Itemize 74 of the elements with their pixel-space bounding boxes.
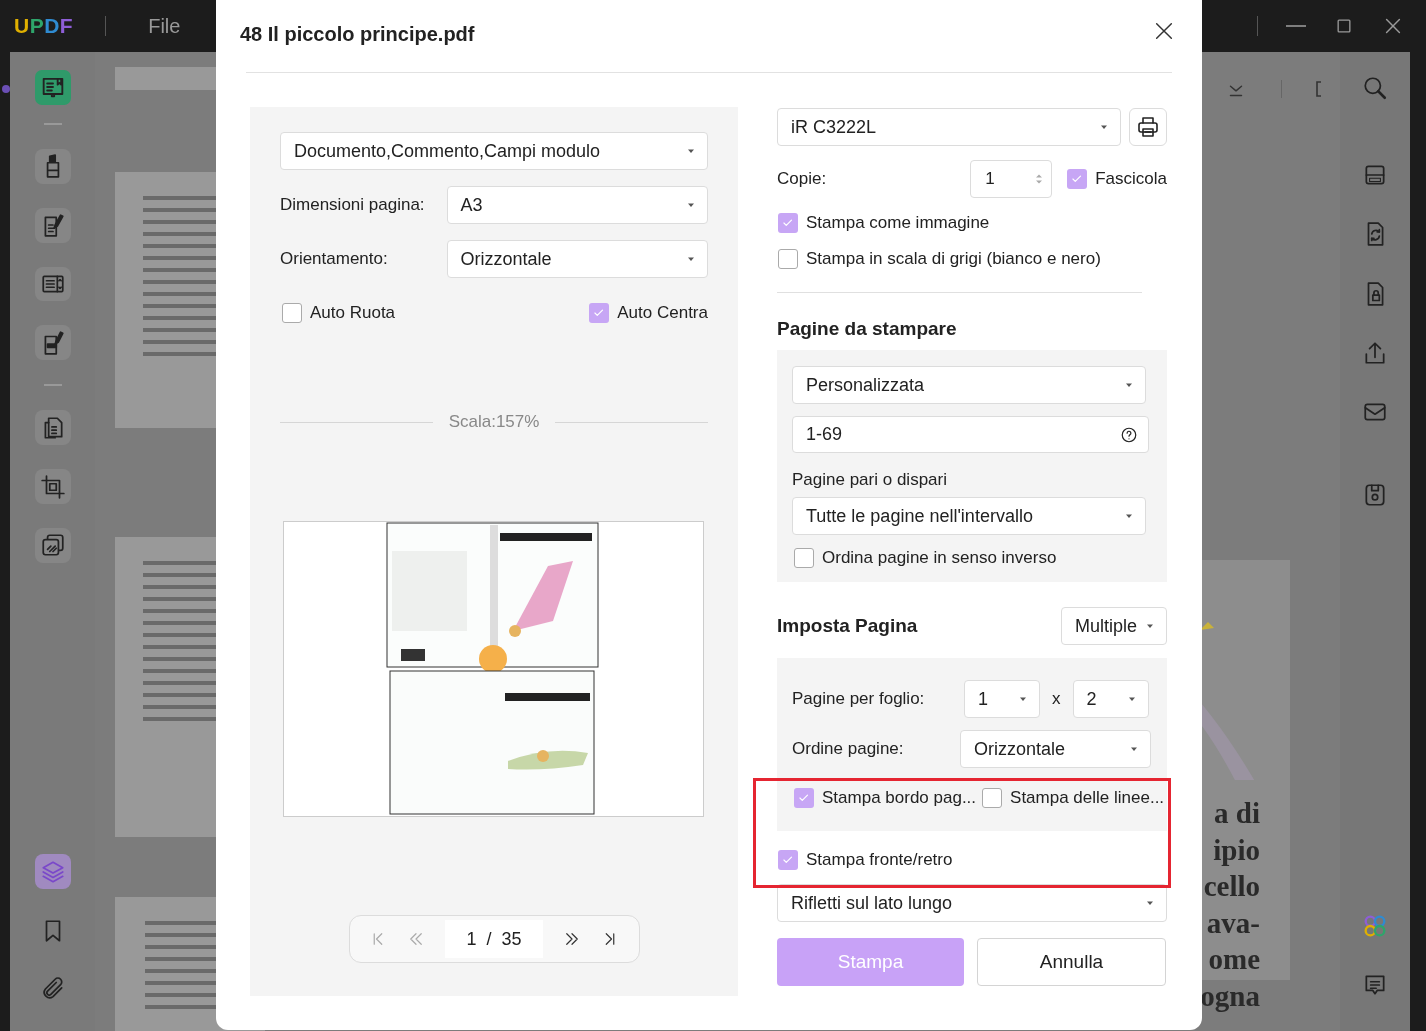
tool-button[interactable] bbox=[34, 410, 71, 446]
page-text: ogna bbox=[1200, 978, 1260, 1014]
page-text: cello bbox=[1203, 869, 1260, 904]
checkbox-label: Ordina pagine in senso inverso bbox=[822, 548, 1057, 568]
cancel-button[interactable]: Annulla bbox=[977, 938, 1166, 986]
page-text: a di bbox=[1214, 796, 1260, 831]
dropdown[interactable]: A3 bbox=[446, 186, 708, 224]
page-text: ome bbox=[1208, 942, 1260, 977]
search-button[interactable] bbox=[1361, 74, 1389, 102]
dropdown[interactable]: Multiple bbox=[1061, 607, 1167, 645]
bracket-icon bbox=[1316, 81, 1321, 97]
checkbox[interactable] bbox=[794, 548, 814, 568]
scale-label: Scala:157% bbox=[448, 412, 540, 432]
checkbox-label: Auto Ruota bbox=[310, 303, 396, 323]
section-heading: Pagine da stampare bbox=[777, 318, 958, 340]
times-sign: x bbox=[1052, 689, 1061, 709]
tool-button[interactable] bbox=[34, 325, 71, 361]
reader-mode-button[interactable] bbox=[34, 70, 71, 105]
checkbox-label: Stampa fronte/retro bbox=[806, 850, 953, 870]
field-label: Pagine per foglio: bbox=[792, 689, 926, 709]
dropdown[interactable]: Personalizzata bbox=[792, 366, 1146, 404]
field-label: Ordine pagine: bbox=[792, 739, 905, 759]
tool-button[interactable] bbox=[34, 207, 71, 243]
checkbox[interactable] bbox=[282, 303, 302, 323]
dropdown[interactable]: 1 bbox=[964, 680, 1040, 718]
dropdown[interactable]: Tutte le pagine nell'intervallo bbox=[792, 497, 1146, 535]
dropdown[interactable]: 2 bbox=[1072, 680, 1149, 718]
checkbox-label: Stampa delle linee... bbox=[1010, 788, 1165, 808]
crop-icon bbox=[39, 473, 66, 500]
close-icon bbox=[1153, 20, 1175, 42]
checkbox[interactable] bbox=[778, 249, 798, 269]
checkbox-label: Stampa bordo pag... bbox=[822, 788, 977, 808]
page-text: ipio bbox=[1213, 832, 1260, 868]
checkbox-label: Stampa in scala di grigi (bianco e nero) bbox=[806, 249, 1101, 269]
field-label: Pagine pari o dispari bbox=[792, 470, 948, 490]
menu-item[interactable]: File bbox=[148, 14, 181, 38]
checkbox-label: Auto Centra bbox=[617, 303, 708, 323]
checkbox[interactable] bbox=[589, 303, 610, 323]
minimize-icon bbox=[1286, 25, 1306, 27]
field-label: Dimensioni pagina: bbox=[280, 195, 426, 215]
checkbox-label: Stampa come immagine bbox=[806, 213, 990, 233]
status-dot bbox=[2, 85, 10, 93]
printer-icon bbox=[1136, 115, 1160, 139]
field-label: Orientamento: bbox=[280, 249, 389, 269]
copies-field[interactable]: 1 bbox=[970, 160, 1053, 198]
copies-label: Copie: bbox=[777, 169, 828, 189]
search-icon bbox=[1362, 74, 1388, 101]
page-text: ava- bbox=[1206, 905, 1260, 941]
tool-button[interactable] bbox=[34, 469, 71, 504]
page-range-field[interactable]: 1-69 bbox=[792, 416, 1149, 453]
tool-button[interactable] bbox=[34, 528, 71, 563]
page-total: 35 bbox=[501, 928, 522, 950]
checkbox[interactable] bbox=[778, 213, 798, 233]
tool-button[interactable] bbox=[34, 148, 71, 184]
dialog-title: 48 Il piccolo principe.pdf bbox=[240, 22, 475, 46]
checkbox[interactable] bbox=[778, 850, 798, 870]
help-icon bbox=[1120, 425, 1138, 444]
checkbox[interactable] bbox=[794, 788, 814, 808]
dropdown[interactable]: Orizzontale bbox=[446, 240, 708, 278]
section-heading: Imposta Pagina bbox=[777, 615, 918, 637]
app-logo: UPDF bbox=[14, 14, 74, 38]
tool-button[interactable] bbox=[34, 266, 71, 302]
printer-button[interactable] bbox=[1129, 108, 1167, 146]
checkbox-label: Fascicola bbox=[1095, 169, 1167, 189]
dropdown[interactable]: iR C3222L bbox=[777, 108, 1121, 146]
checkbox[interactable] bbox=[982, 788, 1003, 808]
checkbox[interactable] bbox=[1067, 169, 1088, 189]
layered-pages-icon bbox=[39, 532, 66, 559]
dropdown[interactable]: Documento,Commento,Campi modulo bbox=[280, 132, 708, 170]
save-icon bbox=[1362, 482, 1388, 509]
dropdown[interactable]: Orizzontale bbox=[960, 730, 1151, 768]
dropdown[interactable]: Rifletti sul lato lungo bbox=[777, 884, 1167, 922]
page-separator: / bbox=[486, 928, 492, 950]
page-number-field[interactable]: 1 bbox=[466, 928, 477, 950]
